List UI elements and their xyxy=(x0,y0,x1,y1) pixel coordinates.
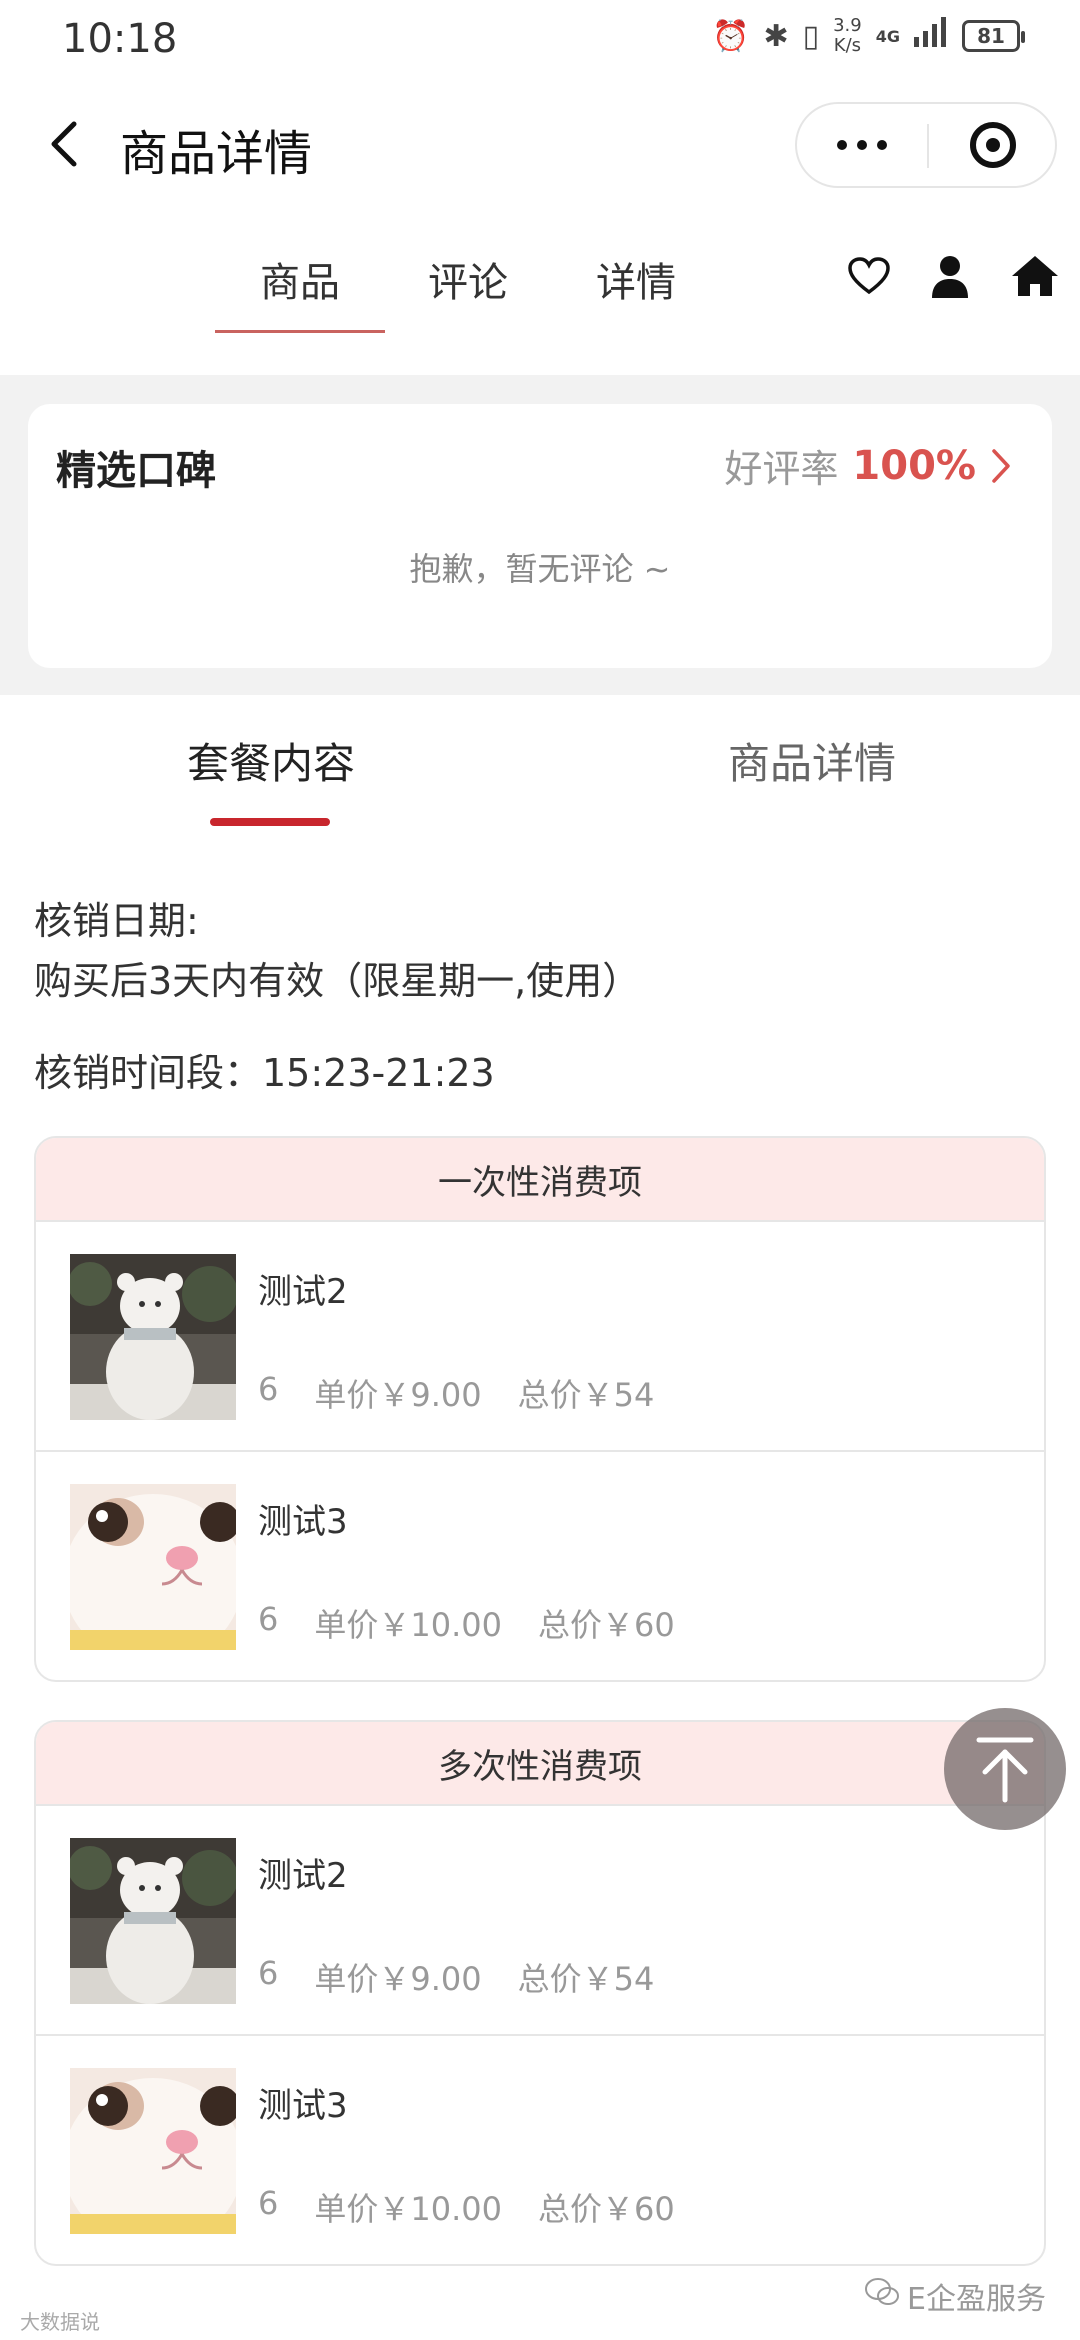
product-image-snowman xyxy=(70,1838,236,2004)
rating-value: 100% xyxy=(852,442,976,489)
item-qty: 6 xyxy=(258,1370,279,1408)
item-qty: 6 xyxy=(258,1954,279,1992)
item-unit-price: 单价￥9.00 xyxy=(314,1376,482,1414)
item-qty: 6 xyxy=(258,1600,279,1638)
list-item[interactable]: 测试2 6 单价￥9.00 总价￥54 xyxy=(36,1220,1044,1450)
back-to-top-button[interactable] xyxy=(944,1708,1066,1830)
arrow-up-icon xyxy=(976,1737,1034,1803)
more-dots-icon xyxy=(837,140,847,150)
no-review-text: 抱歉，暂无评论 ~ xyxy=(409,550,671,588)
title-bar: 商品详情 xyxy=(0,90,1080,200)
net-speed: 3.9 K/s xyxy=(833,15,862,56)
home-icon[interactable] xyxy=(1010,254,1060,298)
status-icons: ⏰ ✱ ▯ 3.9 K/s 4G 81 xyxy=(712,15,1025,56)
status-time: 10:18 xyxy=(62,16,178,62)
favorite-heart-icon[interactable] xyxy=(848,257,890,295)
tab-product-details[interactable]: 商品详情 xyxy=(728,730,896,791)
redeem-date-value: 购买后3天内有效（限星期一,使用） xyxy=(34,959,641,1003)
top-tab-nav: 商品 评论 详情 xyxy=(0,220,1080,340)
item-qty: 6 xyxy=(258,2184,279,2222)
rating-link[interactable]: 好评率 100% xyxy=(724,438,1012,493)
list-item[interactable]: 测试3 6 单价￥10.00 总价￥60 xyxy=(36,2034,1044,2264)
watermark-right: E企盈服务 xyxy=(865,2274,1046,2318)
redeem-date-label: 核销日期: xyxy=(34,899,199,943)
list-item[interactable]: 测试2 6 单价￥9.00 总价￥54 xyxy=(36,1804,1044,2034)
package-multi-time: 多次性消费项 测试2 6 单价￥9.00 总价￥54 测试3 6 单价￥10.0… xyxy=(34,1720,1046,2266)
tab-goods[interactable]: 商品 xyxy=(215,250,385,333)
item-total: 总价￥54 xyxy=(517,1376,655,1414)
item-name: 测试2 xyxy=(258,1856,348,1896)
product-image-snowman xyxy=(70,1254,236,1420)
rating-label: 好评率 xyxy=(724,447,839,491)
item-name: 测试3 xyxy=(258,2086,348,2126)
user-icon[interactable] xyxy=(930,254,970,298)
review-card: 精选口碑 好评率 100% 抱歉，暂无评论 ~ xyxy=(28,404,1052,668)
target-icon xyxy=(970,122,1016,168)
back-icon[interactable] xyxy=(40,114,90,174)
tab-package-content[interactable]: 套餐内容 xyxy=(187,730,355,791)
more-button[interactable] xyxy=(797,104,927,186)
package-one-time: 一次性消费项 测试2 6 单价￥9.00 总价￥54 测试3 6 单价￥10.0… xyxy=(34,1136,1046,1682)
page-title: 商品详情 xyxy=(120,126,313,182)
active-tab-indicator xyxy=(210,818,330,826)
product-image-cat xyxy=(70,2068,236,2234)
signal-icon xyxy=(914,17,948,55)
item-meta: 6 单价￥10.00 总价￥60 xyxy=(258,2184,675,2230)
alarm-icon: ⏰ xyxy=(712,18,750,54)
item-meta: 6 单价￥10.00 总价￥60 xyxy=(258,1600,675,1646)
item-name: 测试3 xyxy=(258,1502,348,1542)
item-total: 总价￥60 xyxy=(537,1606,675,1644)
package-heading: 多次性消费项 xyxy=(36,1722,1044,1804)
package-heading: 一次性消费项 xyxy=(36,1138,1044,1220)
item-name: 测试2 xyxy=(258,1272,348,1312)
wechat-icon xyxy=(865,2277,900,2315)
item-meta: 6 单价￥9.00 总价￥54 xyxy=(258,1954,654,2000)
chevron-right-icon xyxy=(992,448,1010,483)
vibrate-icon: ▯ xyxy=(802,18,820,54)
bluetooth-icon: ✱ xyxy=(763,18,789,54)
review-title: 精选口碑 xyxy=(56,448,216,494)
watermark-left: 大数据说 xyxy=(20,2310,100,2334)
list-item[interactable]: 测试3 6 单价￥10.00 总价￥60 xyxy=(36,1450,1044,1680)
status-bar: 10:18 ⏰ ✱ ▯ 3.9 K/s 4G 81 xyxy=(0,0,1080,80)
item-unit-price: 单价￥9.00 xyxy=(314,1960,482,1998)
tab-reviews[interactable]: 评论 xyxy=(383,250,553,308)
tab-details[interactable]: 详情 xyxy=(551,250,721,308)
mini-program-capsule xyxy=(795,102,1057,188)
item-meta: 6 单价￥9.00 总价￥54 xyxy=(258,1370,654,1416)
item-total: 总价￥54 xyxy=(517,1960,655,1998)
product-image-cat xyxy=(70,1484,236,1650)
nav-icons xyxy=(848,254,1060,298)
item-total: 总价￥60 xyxy=(537,2190,675,2228)
redeem-time-range: 核销时间段：15:23-21:23 xyxy=(34,1051,495,1095)
item-unit-price: 单价￥10.00 xyxy=(314,1606,502,1644)
battery-icon: 81 xyxy=(962,20,1025,52)
item-unit-price: 单价￥10.00 xyxy=(314,2190,502,2228)
network-label: 4G xyxy=(875,26,900,46)
close-mini-program-button[interactable] xyxy=(929,104,1057,186)
